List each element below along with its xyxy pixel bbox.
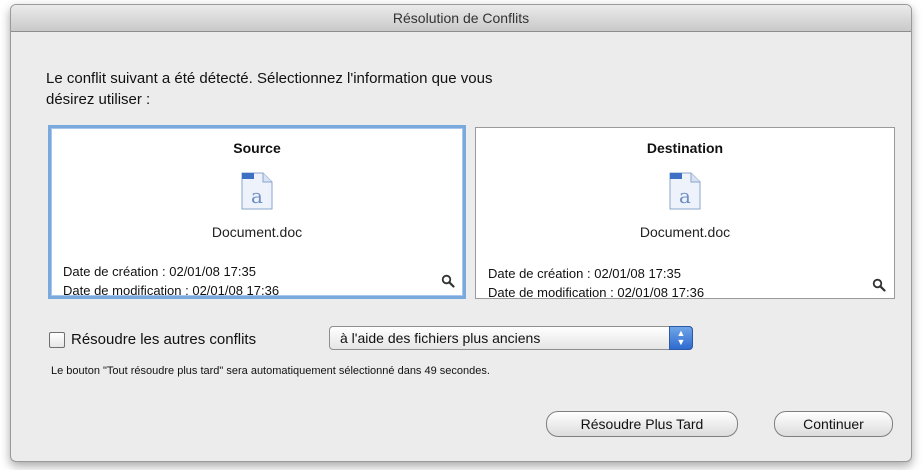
destination-modified: Date de modification : 02/01/08 17:36: [488, 285, 705, 300]
destination-dates: Date de création : 02/01/08 17:35 Date d…: [488, 264, 704, 302]
svg-text:a: a: [251, 184, 263, 208]
window-title: Résolution de Conflits: [392, 10, 530, 26]
source-created: Date de création : 02/01/08 17:35: [63, 264, 256, 279]
destination-file-name: Document.doc: [639, 224, 731, 240]
source-panel[interactable]: Source a Document.doc Date de création :…: [48, 125, 466, 299]
updown-arrows-icon: ▲ ▼: [669, 326, 693, 350]
resolve-method-select[interactable]: à l'aide des fichiers plus anciens ▲ ▼: [329, 326, 693, 350]
source-heading: Source: [233, 140, 281, 156]
countdown-text: Le bouton "Tout résoudre plus tard" sera…: [51, 365, 490, 377]
destination-created: Date de création : 02/01/08 17:35: [488, 266, 681, 281]
resolve-others-label[interactable]: Résoudre les autres conflits: [71, 331, 256, 348]
destination-panel[interactable]: Destination a Document.doc Date de créat…: [475, 127, 895, 302]
resolve-others-checkbox[interactable]: [49, 332, 65, 348]
source-modified: Date de modification : 02/01/08 17:36: [63, 283, 280, 298]
message-line-2: désirez utiliser :: [46, 91, 151, 108]
svg-text:a: a: [679, 184, 691, 208]
magnifier-icon[interactable]: [441, 274, 455, 288]
title-bar: Résolution de Conflits: [11, 5, 911, 32]
source-file-name: Document.doc: [211, 224, 303, 240]
doc-icon: a: [669, 172, 701, 210]
resolve-method-value: à l'aide des fichiers plus anciens: [340, 330, 541, 346]
resolve-later-button[interactable]: Résoudre Plus Tard: [546, 411, 738, 437]
continue-button[interactable]: Continuer: [774, 411, 893, 437]
doc-icon: a: [241, 172, 273, 210]
magnifier-icon[interactable]: [872, 278, 886, 292]
conflict-message: Le conflit suivant a été détecté. Sélect…: [46, 68, 686, 110]
message-line-1: Le conflit suivant a été détecté. Sélect…: [46, 70, 493, 87]
conflict-dialog: Résolution de Conflits Le conflit suivan…: [10, 4, 912, 462]
destination-heading: Destination: [646, 140, 724, 156]
source-dates: Date de création : 02/01/08 17:35 Date d…: [63, 262, 279, 300]
